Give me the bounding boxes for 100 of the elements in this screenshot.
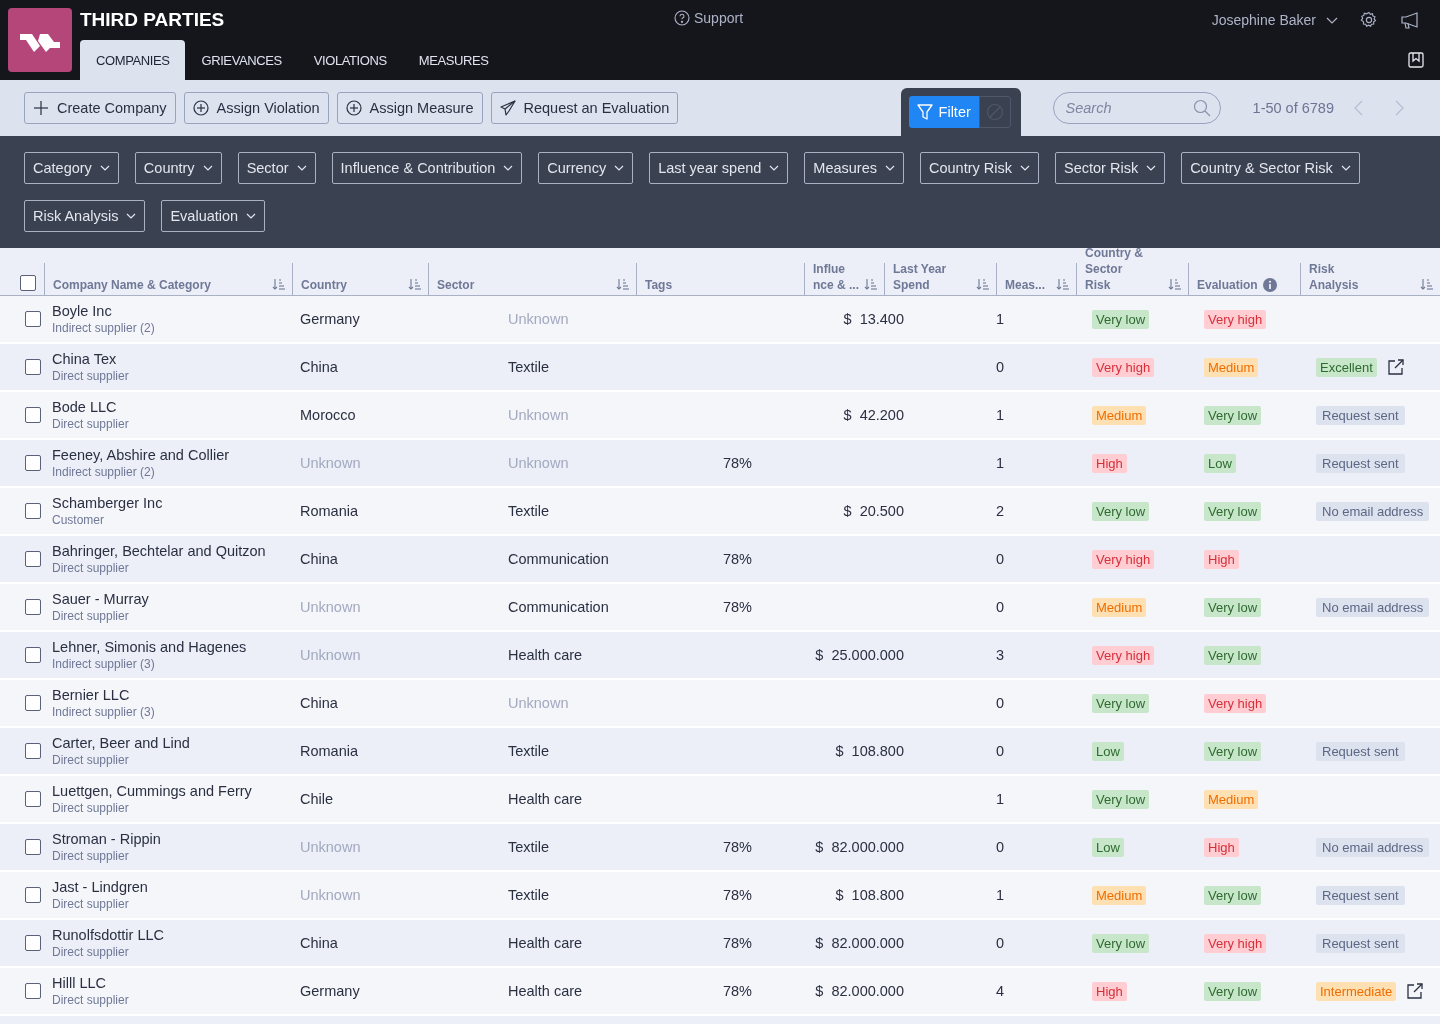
megaphone-icon[interactable]: [1400, 11, 1420, 29]
status-tag: Very high: [1092, 549, 1155, 569]
status-tag: Very high: [1204, 933, 1267, 953]
row-checkbox[interactable]: [25, 455, 41, 471]
row-checkbox[interactable]: [25, 695, 41, 711]
filter-dropdown[interactable]: Measures: [804, 152, 904, 184]
row-checkbox[interactable]: [25, 839, 41, 855]
company-name[interactable]: Bahringer, Bechtelar and Quitzon: [52, 543, 300, 559]
sort-button[interactable]: [976, 278, 990, 290]
app-logo[interactable]: [8, 8, 72, 72]
row-checkbox[interactable]: [25, 935, 41, 951]
row-checkbox[interactable]: [25, 503, 41, 519]
sort-button[interactable]: [272, 278, 286, 290]
status-tag: High: [1204, 837, 1239, 857]
sort-button[interactable]: [1056, 278, 1070, 290]
sector-cell: Communication: [508, 599, 609, 615]
filter-dropdown[interactable]: Sector Risk: [1055, 152, 1166, 184]
row-checkbox[interactable]: [25, 647, 41, 663]
nav-tab[interactable]: VIOLATIONS: [297, 40, 403, 80]
company-category: Direct supplier: [52, 801, 130, 815]
filter-dropdown[interactable]: Category: [24, 152, 119, 184]
user-menu[interactable]: Josephine Baker: [1211, 12, 1338, 28]
filter-dropdown[interactable]: Country & Sector Risk: [1181, 152, 1360, 184]
external-link-icon: [1406, 982, 1425, 1000]
measures-cell: 1: [995, 887, 1004, 903]
gear-icon[interactable]: [1360, 11, 1378, 29]
row-checkbox[interactable]: [25, 887, 41, 903]
nav-tab[interactable]: COMPANIES: [80, 40, 186, 80]
sector-cell: Unknown: [508, 695, 569, 711]
bookmark-icon[interactable]: [1408, 52, 1424, 68]
company-name[interactable]: Stroman - Rippin: [52, 831, 300, 847]
country-cell: Unknown: [300, 887, 361, 903]
company-name[interactable]: Bernier LLC: [52, 687, 300, 703]
sort-button[interactable]: [616, 278, 630, 290]
select-all-checkbox[interactable]: [20, 275, 36, 291]
row-checkbox[interactable]: [25, 983, 41, 999]
status-tag: Very high: [1092, 357, 1155, 377]
measures-cell: 0: [995, 599, 1004, 615]
external-link-button[interactable]: [1406, 982, 1425, 1000]
row-checkbox[interactable]: [25, 551, 41, 567]
company-name[interactable]: Bode LLC: [52, 399, 300, 415]
company-name[interactable]: Hilll LLC: [52, 975, 300, 991]
filter-dropdown[interactable]: Sector: [237, 152, 316, 184]
row-checkbox[interactable]: [25, 743, 41, 759]
sort-button[interactable]: [408, 278, 422, 290]
chevron-down-icon: [99, 165, 110, 171]
nav-tab[interactable]: MEASURES: [402, 40, 505, 80]
company-name[interactable]: Jast - Lindgren: [52, 879, 300, 895]
measures-cell: 3: [995, 647, 1004, 663]
sort-button[interactable]: [864, 278, 878, 290]
chevron-down-icon: [885, 165, 895, 171]
filter-dropdown[interactable]: Country Risk: [920, 152, 1039, 184]
row-checkbox[interactable]: [25, 407, 41, 423]
spend-cell: $ 13.400: [843, 311, 904, 327]
company-name[interactable]: Luettgen, Cummings and Ferry: [52, 783, 300, 799]
action-button[interactable]: Create Company: [24, 92, 176, 124]
sort-button[interactable]: [1168, 278, 1182, 290]
action-button[interactable]: Request an Evaluation: [490, 92, 679, 124]
measures-cell: 0: [995, 551, 1004, 567]
clear-filter-button[interactable]: [978, 96, 1011, 128]
column-header: Meas...: [1005, 277, 1046, 293]
company-name[interactable]: Carter, Beer and Lind: [52, 735, 300, 751]
column-header: Country & Sector Risk: [1085, 248, 1144, 293]
filter-button[interactable]: Filter: [908, 96, 979, 128]
chevron-down-icon: [1020, 165, 1030, 171]
nav-tab[interactable]: GRIEVANCES: [185, 40, 298, 80]
row-checkbox[interactable]: [25, 359, 41, 375]
measures-cell: 0: [995, 839, 1004, 855]
action-button[interactable]: Assign Measure: [336, 92, 483, 124]
status-tag: Very low: [1092, 309, 1150, 329]
external-link-button[interactable]: [1386, 358, 1405, 376]
country-cell: Morocco: [300, 407, 356, 423]
company-name[interactable]: Boyle Inc: [52, 303, 300, 319]
company-name[interactable]: Runolfsdottir LLC: [52, 927, 300, 943]
sort-icon: [1056, 278, 1070, 290]
sector-cell: Unknown: [508, 407, 569, 423]
row-checkbox[interactable]: [25, 599, 41, 615]
company-name[interactable]: Lehner, Simonis and Hagenes: [52, 639, 300, 655]
filter-dropdown[interactable]: Currency: [538, 152, 634, 184]
chevron-down-icon: [1326, 16, 1338, 24]
filter-dropdown[interactable]: Last year spend: [649, 152, 789, 184]
blocked-icon: [985, 103, 1004, 121]
filter-dropdown[interactable]: Evaluation: [161, 200, 266, 232]
action-button[interactable]: Assign Violation: [183, 92, 329, 124]
row-checkbox[interactable]: [25, 311, 41, 327]
search-field[interactable]: Search: [1052, 92, 1221, 124]
sort-button[interactable]: [1420, 278, 1434, 290]
status-tag: High: [1092, 981, 1127, 1001]
company-name[interactable]: China Tex: [52, 351, 300, 367]
row-checkbox[interactable]: [25, 791, 41, 807]
company-name[interactable]: Feeney, Abshire and Collier: [52, 447, 300, 463]
company-name[interactable]: Sauer - Murray: [52, 591, 300, 607]
external-link-icon: [1386, 358, 1405, 376]
sort-icon: [408, 278, 422, 290]
filter-dropdown[interactable]: Risk Analysis: [24, 200, 146, 232]
company-name[interactable]: Schamberger Inc: [52, 495, 300, 511]
sector-cell: Textile: [508, 503, 550, 519]
support-link[interactable]: Support: [674, 10, 744, 26]
filter-dropdown[interactable]: Influence & Contribution: [331, 152, 523, 184]
filter-dropdown[interactable]: Country: [134, 152, 222, 184]
